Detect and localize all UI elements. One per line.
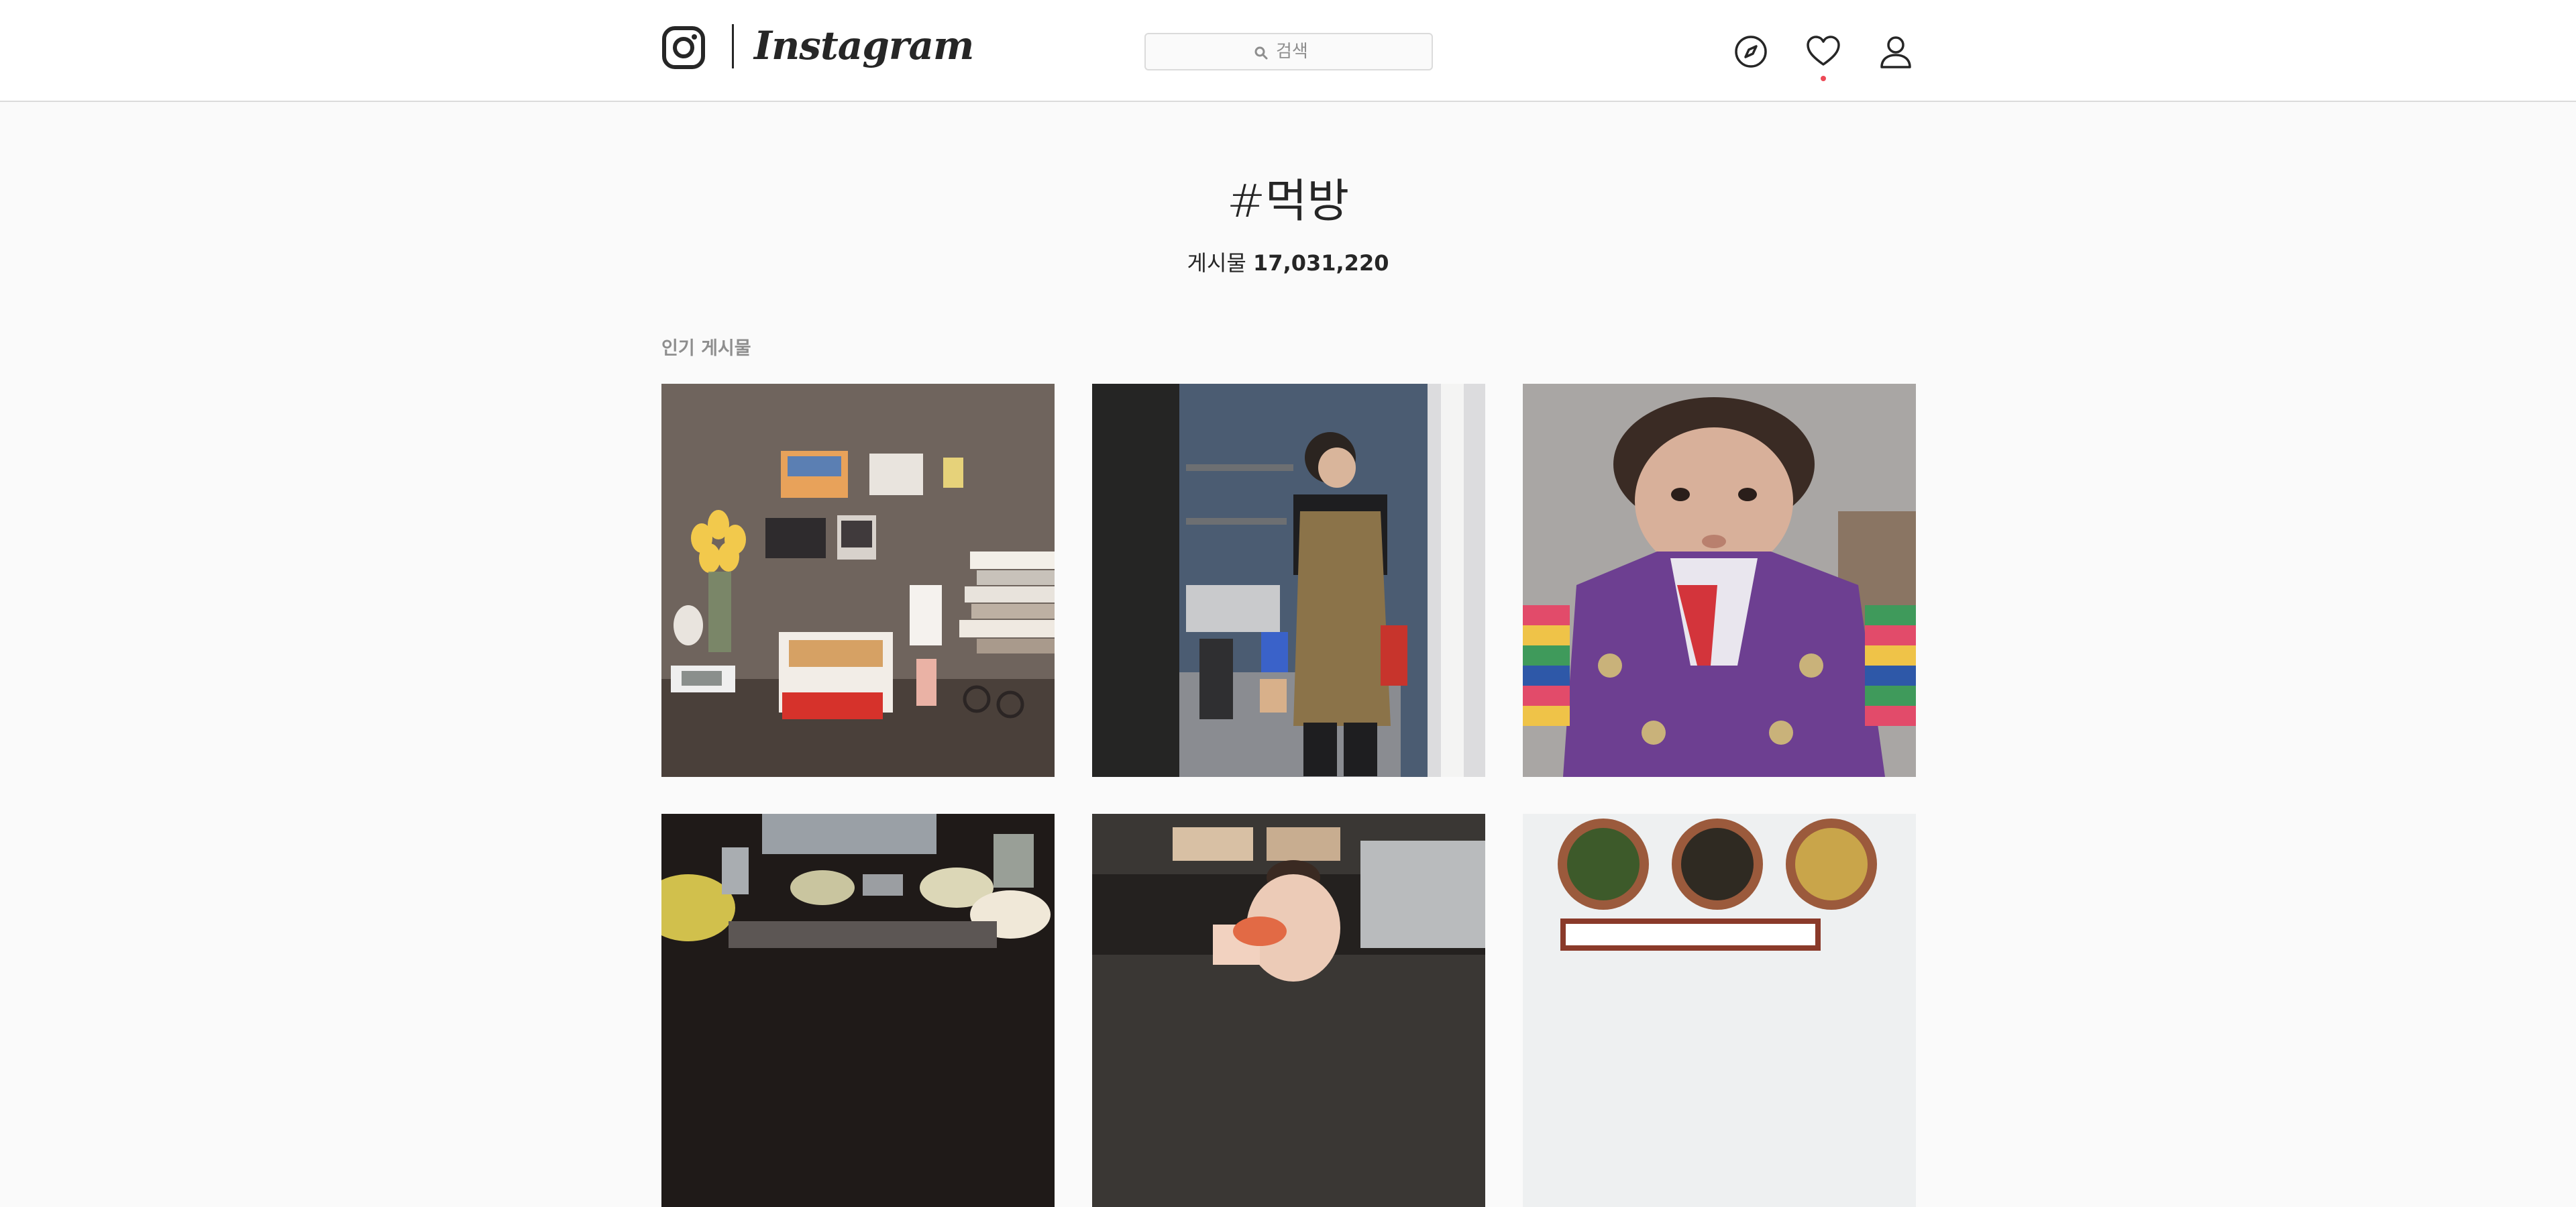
- instagram-wordmark-logo[interactable]: Instagram: [754, 19, 974, 72]
- post-tile-3[interactable]: [1523, 384, 1916, 777]
- top-navigation-bar: Instagram 검색: [0, 0, 2576, 102]
- post-tile-1[interactable]: [661, 384, 1055, 777]
- post-count-label: 게시물: [1187, 250, 1246, 276]
- search-icon: [1254, 46, 1268, 60]
- user-icon[interactable]: [1878, 34, 1914, 70]
- post-count: 게시물 17,031,220: [0, 247, 2576, 279]
- post-tile-5[interactable]: [1092, 814, 1485, 1207]
- heart-icon[interactable]: [1805, 34, 1841, 70]
- top-posts-heading: 인기 게시물: [661, 338, 751, 359]
- post-tile-6[interactable]: [1523, 814, 1916, 1207]
- notification-dot: [1821, 76, 1826, 81]
- post-photo-namul-plates: [1523, 814, 1916, 1207]
- post-photo-toddler-hanbok: [1523, 384, 1916, 777]
- hashtag-title: #먹방: [1226, 175, 1350, 228]
- search-placeholder: 검색: [1276, 42, 1308, 62]
- instagram-glyph-icon[interactable]: [661, 25, 706, 70]
- post-photo-man-apron: [1092, 384, 1485, 777]
- compass-icon[interactable]: [1733, 34, 1769, 70]
- logo-divider: [732, 24, 734, 68]
- post-tile-4[interactable]: [661, 814, 1055, 1207]
- search-input[interactable]: 검색: [1144, 33, 1433, 70]
- post-photo-woman-eating: [1092, 814, 1485, 1207]
- post-photo-desk-tulips: [661, 384, 1055, 777]
- post-tile-2[interactable]: [1092, 384, 1485, 777]
- post-photo-side-dishes: [661, 814, 1055, 1207]
- post-count-value: 17,031,220: [1253, 250, 1389, 276]
